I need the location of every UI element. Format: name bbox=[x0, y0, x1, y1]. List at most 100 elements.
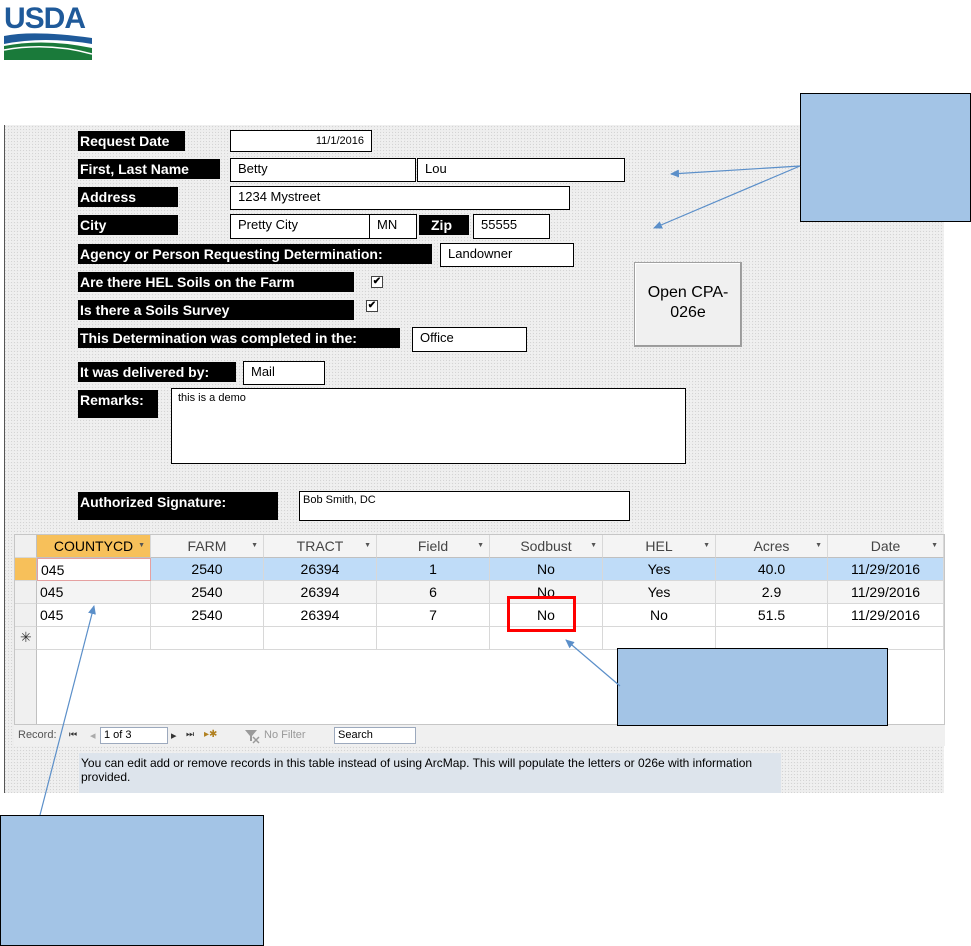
sort-dropdown-icon[interactable]: ▼ bbox=[251, 535, 258, 557]
new-record-row[interactable]: ✳ bbox=[15, 627, 944, 650]
cell-date[interactable]: 11/29/2016 bbox=[828, 558, 944, 581]
column-header-sodbust[interactable]: Sodbust ▼ bbox=[490, 535, 603, 558]
cell-date[interactable]: 11/29/2016 bbox=[828, 581, 944, 604]
soils-survey-checkbox[interactable]: ✔ bbox=[366, 300, 378, 312]
cell-empty[interactable] bbox=[603, 627, 716, 650]
city-field[interactable]: Pretty City bbox=[230, 214, 370, 239]
first-name-field[interactable]: Betty bbox=[230, 158, 416, 182]
cell-empty[interactable] bbox=[716, 627, 828, 650]
next-record-icon[interactable]: ▸ bbox=[171, 729, 177, 742]
table-row[interactable]: 045 2540 26394 6 No Yes 2.9 11/29/2016 bbox=[15, 581, 944, 604]
column-header-label: COUNTYCD bbox=[53, 538, 134, 554]
cell-date[interactable]: 11/29/2016 bbox=[828, 604, 944, 627]
sort-dropdown-icon[interactable]: ▼ bbox=[703, 535, 710, 557]
instruction-note: You can edit add or remove records in th… bbox=[79, 753, 781, 793]
name-label: First, Last Name bbox=[78, 159, 220, 179]
column-header-label: Field bbox=[417, 538, 449, 554]
cell-hel[interactable]: No bbox=[603, 604, 716, 627]
record-navigation-bar: Record: ⏮ ◂ 1 of 3 ▸ ⏭ ▸✱ No Filter Sear… bbox=[14, 724, 945, 746]
cell-tract[interactable]: 26394 bbox=[264, 581, 377, 604]
hel-soils-checkbox[interactable]: ✔ bbox=[371, 276, 383, 288]
cell-hel[interactable]: Yes bbox=[603, 581, 716, 604]
cell-farm[interactable]: 2540 bbox=[151, 604, 264, 627]
column-header-label: TRACT bbox=[296, 538, 344, 554]
cell-tract[interactable]: 26394 bbox=[264, 604, 377, 627]
usda-logo: USDA bbox=[4, 4, 92, 60]
cell-empty[interactable] bbox=[264, 627, 377, 650]
zip-field[interactable]: 55555 bbox=[473, 214, 550, 239]
zip-label: Zip bbox=[419, 215, 469, 235]
cell-field[interactable]: 7 bbox=[377, 604, 490, 627]
cell-empty[interactable] bbox=[828, 627, 944, 650]
address-label: Address bbox=[78, 187, 178, 207]
delivered-by-field[interactable]: Mail bbox=[243, 361, 325, 385]
sort-dropdown-icon[interactable]: ▼ bbox=[815, 535, 822, 557]
row-selector[interactable] bbox=[15, 581, 37, 604]
cell-field[interactable]: 1 bbox=[377, 558, 490, 581]
cell-countycd[interactable]: 045 bbox=[37, 581, 151, 604]
signature-field[interactable]: Bob Smith, DC bbox=[299, 491, 630, 521]
column-header-acres[interactable]: Acres ▼ bbox=[716, 535, 828, 558]
callout-box-sodbust bbox=[617, 648, 888, 726]
no-filter-label[interactable]: No Filter bbox=[264, 729, 306, 741]
record-label: Record: bbox=[18, 729, 57, 741]
cell-acres[interactable]: 51.5 bbox=[716, 604, 828, 627]
table-row[interactable]: 045 2540 26394 1 No Yes 40.0 11/29/2016 bbox=[15, 558, 944, 581]
row-selector[interactable] bbox=[15, 604, 37, 627]
sort-dropdown-icon[interactable]: ▼ bbox=[138, 535, 145, 557]
cell-sodbust[interactable]: No bbox=[490, 558, 603, 581]
completed-in-field[interactable]: Office bbox=[412, 327, 527, 352]
cell-empty[interactable] bbox=[151, 627, 264, 650]
agency-field[interactable]: Landowner bbox=[440, 243, 574, 267]
cell-acres[interactable]: 2.9 bbox=[716, 581, 828, 604]
cell-acres[interactable]: 40.0 bbox=[716, 558, 828, 581]
cell-empty[interactable] bbox=[37, 627, 151, 650]
last-record-icon[interactable]: ⏭ bbox=[186, 729, 194, 740]
city-label: City bbox=[78, 215, 178, 235]
last-name-field[interactable]: Lou bbox=[417, 158, 625, 182]
sort-dropdown-icon[interactable]: ▼ bbox=[931, 535, 938, 557]
cell-hel[interactable]: Yes bbox=[603, 558, 716, 581]
row-selector[interactable] bbox=[15, 558, 37, 581]
column-header-countycd[interactable]: COUNTYCD ▼ bbox=[37, 535, 151, 558]
request-date-field[interactable]: 11/1/2016 bbox=[230, 130, 372, 152]
cell-countycd[interactable]: 045 bbox=[37, 558, 151, 581]
select-all-corner[interactable] bbox=[15, 535, 37, 558]
cell-countycd[interactable]: 045 bbox=[37, 604, 151, 627]
sort-dropdown-icon[interactable]: ▼ bbox=[364, 535, 371, 557]
soils-survey-label: Is there a Soils Survey bbox=[78, 300, 354, 320]
agency-label: Agency or Person Requesting Determinatio… bbox=[78, 244, 432, 264]
table-row[interactable]: 045 2540 26394 7 No No 51.5 11/29/2016 bbox=[15, 604, 944, 627]
column-header-label: Acres bbox=[753, 538, 790, 554]
search-input[interactable]: Search bbox=[334, 727, 416, 744]
new-record-nav-icon[interactable]: ▸✱ bbox=[204, 729, 217, 740]
first-record-icon[interactable]: ⏮ bbox=[69, 729, 77, 740]
cell-tract[interactable]: 26394 bbox=[264, 558, 377, 581]
callout-box-bottom-left bbox=[0, 815, 264, 946]
address-field[interactable]: 1234 Mystreet bbox=[230, 186, 570, 210]
previous-record-icon[interactable]: ◂ bbox=[90, 729, 96, 742]
column-header-label: FARM bbox=[187, 538, 227, 554]
sort-dropdown-icon[interactable]: ▼ bbox=[590, 535, 597, 557]
cell-farm[interactable]: 2540 bbox=[151, 558, 264, 581]
remarks-field[interactable]: this is a demo bbox=[171, 388, 686, 464]
column-header-label: HEL bbox=[645, 538, 673, 554]
state-field[interactable]: MN bbox=[369, 214, 417, 239]
row-selector[interactable]: ✳ bbox=[15, 627, 37, 650]
filter-icon[interactable] bbox=[243, 728, 261, 744]
column-header-hel[interactable]: HEL ▼ bbox=[603, 535, 716, 558]
open-cpa-026e-button[interactable]: Open CPA-026e bbox=[634, 262, 742, 347]
column-header-farm[interactable]: FARM ▼ bbox=[151, 535, 264, 558]
cell-empty[interactable] bbox=[377, 627, 490, 650]
sort-dropdown-icon[interactable]: ▼ bbox=[477, 535, 484, 557]
column-header-field[interactable]: Field ▼ bbox=[377, 535, 490, 558]
request-date-label: Request Date bbox=[78, 131, 185, 151]
signature-label: Authorized Signature: bbox=[78, 492, 278, 520]
form-panel-edge bbox=[4, 125, 5, 793]
cell-farm[interactable]: 2540 bbox=[151, 581, 264, 604]
cell-field[interactable]: 6 bbox=[377, 581, 490, 604]
delivered-by-label: It was delivered by: bbox=[78, 362, 236, 382]
record-position-input[interactable]: 1 of 3 bbox=[100, 727, 168, 744]
column-header-date[interactable]: Date ▼ bbox=[828, 535, 944, 558]
column-header-tract[interactable]: TRACT ▼ bbox=[264, 535, 377, 558]
